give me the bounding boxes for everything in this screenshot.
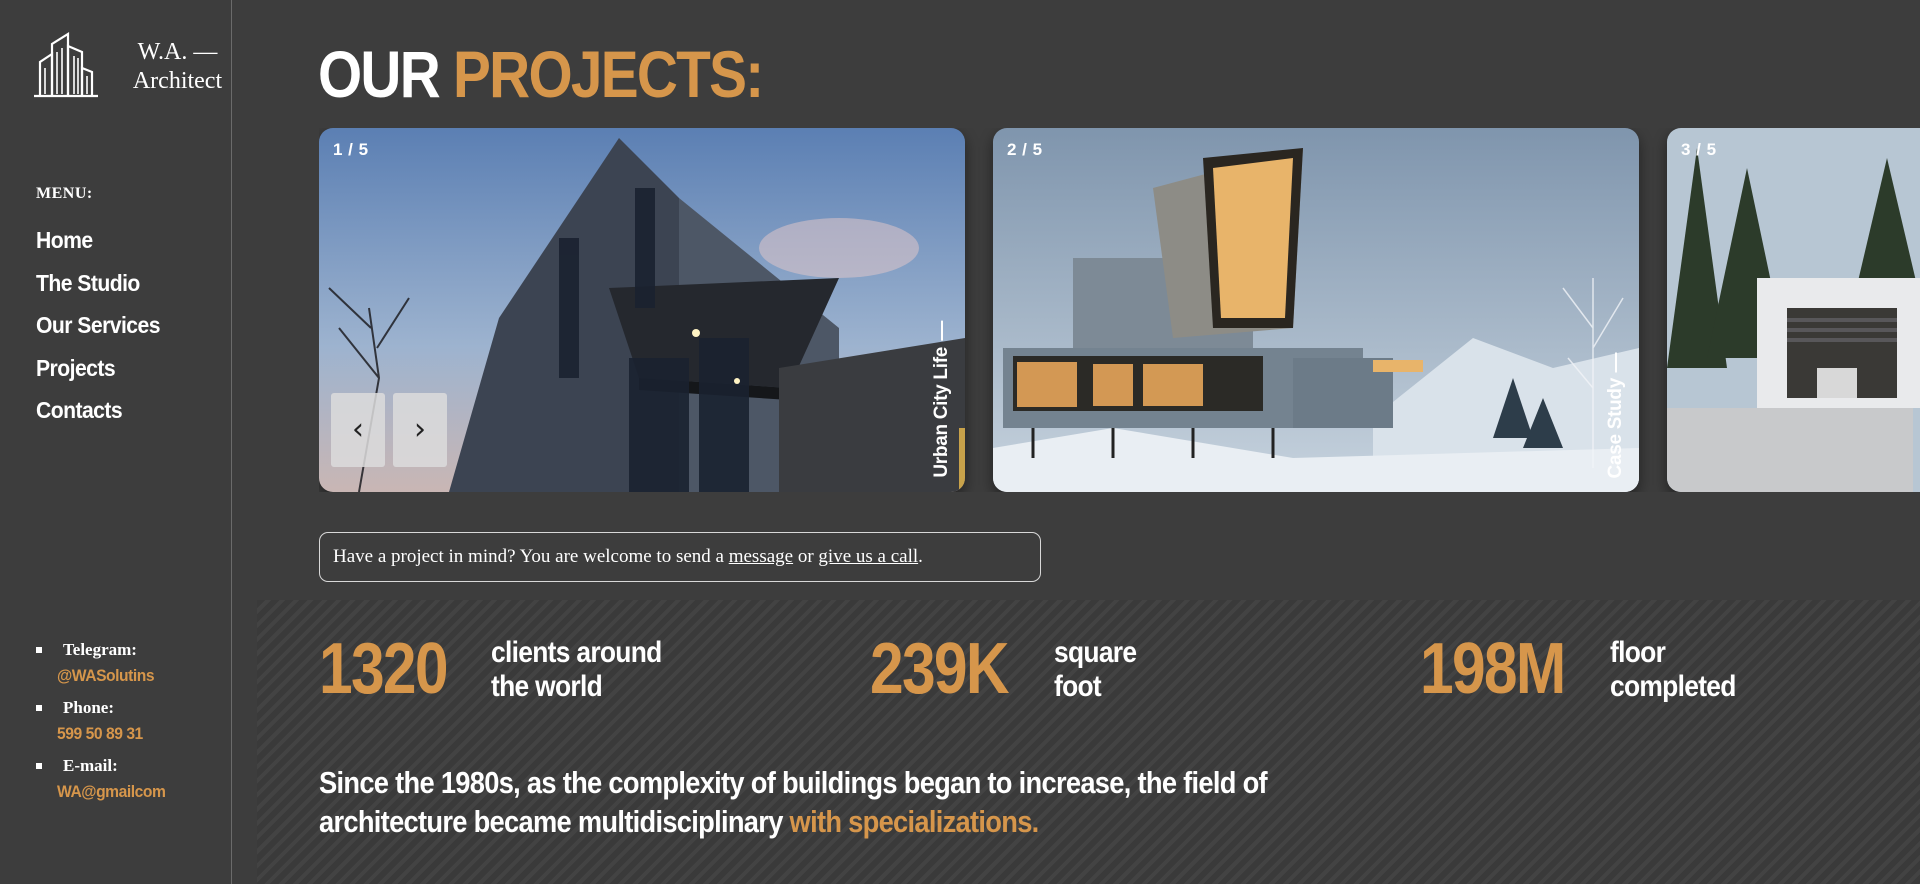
next-slide-button[interactable]: ›	[393, 393, 447, 467]
call-link[interactable]: give us a call	[818, 546, 918, 567]
contact-list: Telegram: @WASolutins Phone: 599 50 89 3…	[34, 637, 177, 811]
logo[interactable]: W.A. — Architect	[34, 32, 222, 102]
message-link[interactable]: message	[729, 546, 793, 567]
contact-telegram: Telegram: @WASolutins	[34, 637, 177, 689]
prev-slide-button[interactable]: ‹	[331, 393, 385, 467]
building-icon	[34, 32, 98, 98]
notice-text: .	[918, 546, 923, 567]
stat-label: floor completed	[1610, 636, 1736, 703]
title-part-1: OUR	[318, 37, 441, 111]
email-link[interactable]: WA@gmailcom	[34, 779, 166, 805]
slide-caption[interactable]: Case Study	[1605, 352, 1627, 478]
contact-label: E-mail:	[34, 753, 177, 779]
nav-item-studio[interactable]: The Studio	[36, 267, 160, 310]
project-carousel: 1 / 5 Urban City Life ‹ › 2 / 5 Case Stu…	[319, 128, 1920, 492]
nav-item-projects[interactable]: Projects	[36, 352, 160, 395]
about-text: Since the 1980s, as the complexity of bu…	[319, 763, 1287, 841]
notice-text: or	[797, 546, 814, 567]
slide-counter: 1 / 5	[333, 140, 369, 159]
contact-label: Phone:	[34, 695, 177, 721]
stat-number: 1320	[319, 629, 449, 709]
nav-item-home[interactable]: Home	[36, 224, 160, 267]
stat-number: 239K	[870, 629, 1010, 709]
contact-label: Telegram:	[34, 637, 177, 663]
notice-text: Have a project in mind? You are welcome …	[333, 546, 724, 567]
telegram-link[interactable]: @WASolutins	[34, 663, 165, 689]
contact-email: E-mail: WA@gmailcom	[34, 753, 177, 805]
phone-link[interactable]: 599 50 89 31	[34, 721, 165, 747]
project-slide[interactable]: 2 / 5 Case Study	[993, 128, 1639, 492]
title-part-2: PROJECTS:	[453, 37, 764, 111]
stat-number: 198M	[1420, 629, 1566, 709]
stat-label: clients around the world	[491, 636, 662, 703]
nav-item-contacts[interactable]: Contacts	[36, 394, 160, 437]
contact-notice: Have a project in mind? You are welcome …	[319, 532, 1041, 582]
slide-counter: 2 / 5	[1007, 140, 1043, 159]
menu-title: MENU:	[36, 185, 93, 202]
main-nav: Home The Studio Our Services Projects Co…	[36, 224, 171, 437]
page-title: OUR PROJECTS:	[318, 34, 764, 114]
project-slide[interactable]: 3 / 5	[1667, 128, 1920, 492]
nav-item-services[interactable]: Our Services	[36, 309, 161, 352]
sidebar: W.A. — Architect MENU: Home The Studio O…	[0, 0, 232, 884]
project-photo	[993, 128, 1639, 492]
contact-phone: Phone: 599 50 89 31	[34, 695, 177, 747]
slide-counter: 3 / 5	[1681, 140, 1717, 159]
logo-text: W.A. — Architect	[132, 39, 223, 94]
about-text-accent: with specializations.	[789, 804, 1040, 839]
project-photo	[1667, 128, 1920, 492]
project-slide[interactable]: 1 / 5 Urban City Life ‹ ›	[319, 128, 965, 492]
stat-label: square foot	[1054, 636, 1137, 703]
slide-caption[interactable]: Urban City Life	[931, 321, 953, 478]
